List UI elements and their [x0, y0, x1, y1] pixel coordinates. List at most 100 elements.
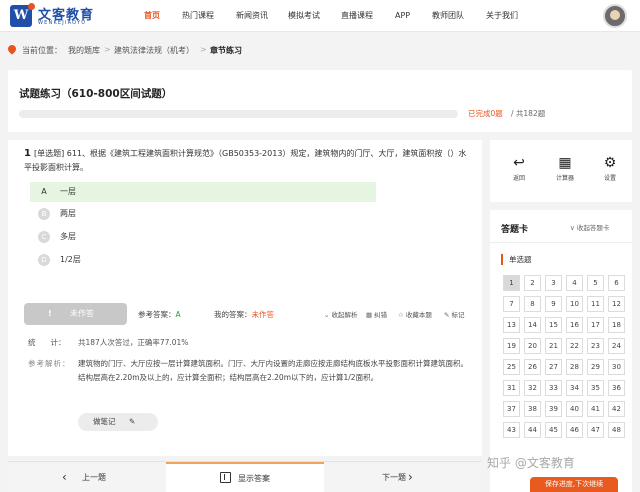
question-stem: 1 [单选题] 611、根据《建筑工程建筑面积计算规范》（GB50353-2013… — [24, 147, 472, 175]
answer-card-cell[interactable]: 24 — [608, 338, 625, 354]
answer-card-cell[interactable]: 11 — [587, 296, 604, 312]
nav-app[interactable]: APP — [395, 0, 410, 32]
question-panel: 1 [单选题] 611、根据《建筑工程建筑面积计算规范》（GB50353-2013… — [8, 140, 482, 456]
nav-news[interactable]: 新闻资讯 — [236, 0, 268, 32]
statistics-label: 统 计： — [28, 338, 66, 347]
question-number: 1 — [24, 148, 31, 159]
star-icon: ☆ — [398, 311, 404, 319]
bottom-nav-bar: ‹ 上一题 显示答案 下一题 › — [8, 461, 482, 492]
answer-card-cell[interactable]: 38 — [524, 401, 541, 417]
answer-card-cell[interactable]: 12 — [608, 296, 625, 312]
answer-card-cell[interactable]: 17 — [587, 317, 604, 333]
answer-card-cell[interactable]: 32 — [524, 380, 541, 396]
nav-hot-courses[interactable]: 热门课程 — [182, 0, 214, 32]
return-button[interactable]: ↩ 返回 — [504, 153, 534, 182]
answer-card-cell[interactable]: 41 — [587, 401, 604, 417]
gear-icon: ⚙ — [603, 155, 617, 171]
answer-card-cell[interactable]: 48 — [608, 422, 625, 438]
answer-card-cell[interactable]: 9 — [545, 296, 562, 312]
collapse-analysis-button[interactable]: ⌄ 收起解析 — [324, 309, 357, 319]
answer-card-cell[interactable]: 18 — [608, 317, 625, 333]
prev-question-button[interactable]: ‹ 上一题 — [8, 462, 166, 492]
nav-about[interactable]: 关于我们 — [486, 0, 518, 32]
answer-card-cell[interactable]: 7 — [503, 296, 520, 312]
answer-card-cell[interactable]: 27 — [545, 359, 562, 375]
answer-card-cell[interactable]: 43 — [503, 422, 520, 438]
answer-card-cell[interactable]: 36 — [608, 380, 625, 396]
answer-book-icon — [220, 472, 231, 483]
nav-mock-exam[interactable]: 模拟考试 — [288, 0, 320, 32]
answer-card-cell[interactable]: 26 — [524, 359, 541, 375]
show-answer-button[interactable]: 显示答案 — [166, 462, 324, 492]
calculator-button[interactable]: ▦ 计算器 — [550, 153, 580, 182]
answer-card-cell[interactable]: 31 — [503, 380, 520, 396]
answer-card-cell[interactable]: 4 — [566, 275, 583, 291]
settings-button[interactable]: ⚙ 设置 — [595, 153, 625, 182]
nav-teachers[interactable]: 教师团队 — [432, 0, 464, 32]
answer-card-cell[interactable]: 29 — [587, 359, 604, 375]
analysis-text: 建筑物的门厅、大厅应按一层计算建筑面积。门厅、大厅内设置的走廊应按走廊结构底板水… — [78, 359, 468, 382]
answer-card-cell[interactable]: 47 — [587, 422, 604, 438]
return-icon: ↩ — [513, 155, 525, 171]
answer-card-cell[interactable]: 22 — [566, 338, 583, 354]
answer-card-cell[interactable]: 46 — [566, 422, 583, 438]
answer-card-cell[interactable]: 37 — [503, 401, 520, 417]
answer-card-cell[interactable]: 15 — [545, 317, 562, 333]
breadcrumb-subject[interactable]: 建筑法律法规（机考） — [114, 45, 194, 56]
answer-card-cell[interactable]: 28 — [566, 359, 583, 375]
next-question-button[interactable]: 下一题 › — [324, 462, 482, 492]
answer-card-cell[interactable]: 39 — [545, 401, 562, 417]
breadcrumb-prefix: 当前位置： — [22, 46, 62, 55]
answer-card-cell[interactable]: 44 — [524, 422, 541, 438]
mark-button[interactable]: ✎ 标记 — [444, 309, 464, 319]
user-avatar[interactable] — [603, 4, 627, 28]
answer-card-cell[interactable]: 2 — [524, 275, 541, 291]
take-note-label: 做笔记 — [93, 417, 116, 426]
breadcrumb-separator: > — [200, 45, 207, 54]
take-note-button[interactable]: 做笔记 ✎ — [78, 413, 158, 431]
answer-card-cell[interactable]: 5 — [587, 275, 604, 291]
progress-bar — [19, 110, 458, 118]
my-answer-label: 我的答案：未作答 — [214, 310, 274, 319]
answer-card-cell[interactable]: 16 — [566, 317, 583, 333]
answer-card-cell[interactable]: 19 — [503, 338, 520, 354]
next-label: 下一题 — [382, 473, 406, 482]
brand-logo[interactable]: W 文客教育 WENKEJIAOYU — [10, 3, 102, 28]
answer-card-cell[interactable]: 20 — [524, 338, 541, 354]
answer-card-cell[interactable]: 3 — [545, 275, 562, 291]
answer-card-cell[interactable]: 6 — [608, 275, 625, 291]
answer-card-cell[interactable]: 8 — [524, 296, 541, 312]
answer-card-cell[interactable]: 13 — [503, 317, 520, 333]
answer-card-cell[interactable]: 25 — [503, 359, 520, 375]
completed-count: 已完成0题 — [468, 109, 503, 118]
question-text: [单选题] 611、根据《建筑工程建筑面积计算规范》（GB50353-2013）… — [24, 149, 467, 172]
option-a[interactable]: A 一层 — [30, 182, 376, 202]
alert-icon: ! — [48, 309, 52, 318]
answer-card-cell[interactable]: 1 — [503, 275, 520, 291]
breadcrumb-separator: > — [104, 45, 111, 54]
answer-card-cell[interactable]: 42 — [608, 401, 625, 417]
nav-home[interactable]: 首页 — [144, 0, 160, 32]
answer-card-cell[interactable]: 34 — [566, 380, 583, 396]
collapse-card-button[interactable]: ∨ 收起答题卡 — [570, 222, 609, 232]
option-letter: D — [38, 254, 50, 266]
answer-card-cell[interactable]: 30 — [608, 359, 625, 375]
save-progress-button[interactable]: 保存进度,下次继续 — [530, 477, 618, 492]
answer-card-cell[interactable]: 21 — [545, 338, 562, 354]
answer-card-cell[interactable]: 33 — [545, 380, 562, 396]
answer-card-cell[interactable]: 40 — [566, 401, 583, 417]
favorite-button[interactable]: ☆ 收藏本题 — [398, 309, 432, 319]
answer-card-cell[interactable]: 10 — [566, 296, 583, 312]
watermark: 知乎 @文客教育 — [487, 456, 575, 470]
answer-card-cell[interactable]: 14 — [524, 317, 541, 333]
breadcrumb-my-bank[interactable]: 我的题库 — [68, 45, 100, 56]
answer-card-cell[interactable]: 45 — [545, 422, 562, 438]
option-d[interactable]: D 1/2层 — [30, 250, 376, 270]
option-b[interactable]: B 两层 — [30, 204, 376, 224]
answer-card-cell[interactable]: 35 — [587, 380, 604, 396]
report-error-button[interactable]: ▦ 纠错 — [366, 309, 387, 319]
answer-card-cell[interactable]: 23 — [587, 338, 604, 354]
nav-live-courses[interactable]: 直播课程 — [341, 0, 373, 32]
option-c[interactable]: C 多层 — [30, 227, 376, 247]
option-letter: C — [38, 231, 50, 243]
